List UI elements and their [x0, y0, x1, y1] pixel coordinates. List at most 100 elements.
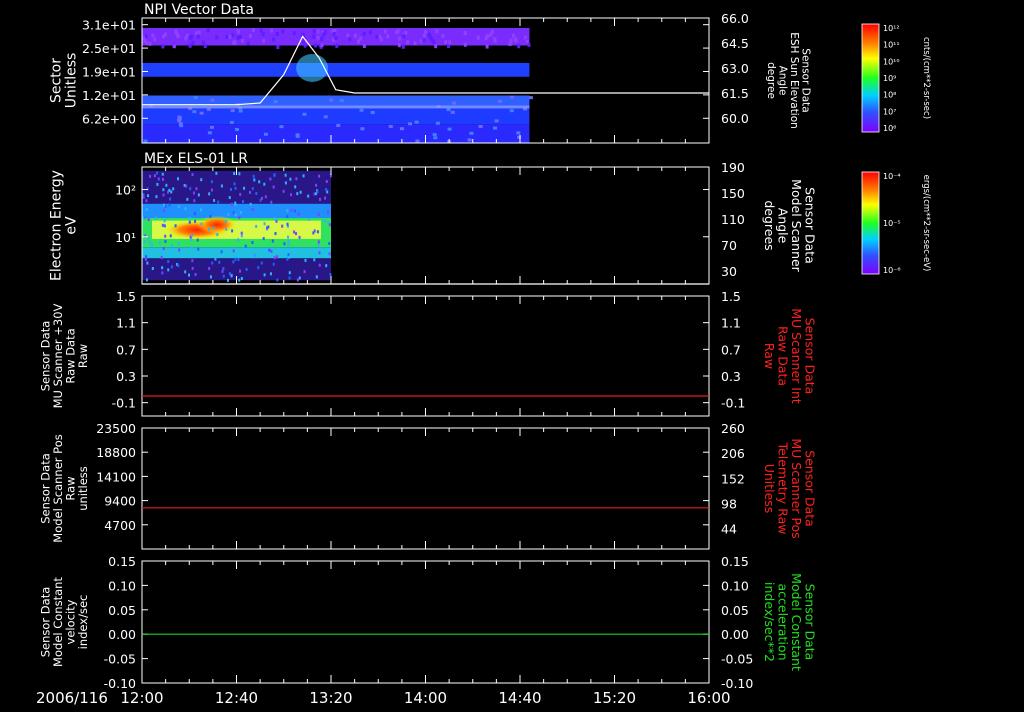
- els-cell: [211, 261, 214, 265]
- els-cell: [193, 212, 196, 216]
- colorbar-tick-label: 10⁸: [883, 91, 896, 100]
- panel-mu-pos: 23500 18800 14100 9400 4700 260 206 152 98 44 Sens…: [38, 421, 818, 550]
- els-band: [142, 247, 331, 259]
- els-cell: [289, 177, 292, 181]
- npi-cell: [490, 29, 494, 34]
- panel-frame: [141, 560, 710, 684]
- colorbar-tick-label: 10⁻⁶: [883, 266, 901, 275]
- colorbar-unit-text: ergs/(cm**2-sr-sec-eV): [921, 175, 931, 272]
- npi-cell: [225, 34, 229, 39]
- els-cell: [164, 234, 167, 238]
- els-cell: [168, 188, 171, 192]
- npi-cell: [323, 115, 328, 119]
- npi-cell: [348, 37, 352, 42]
- y-tick-label: 3.1e+01: [82, 18, 136, 33]
- colorbar-els: DEF10⁻⁴ 10⁻⁵ 10⁻⁶ ergs/(cm**2-sr-sec-eV): [861, 163, 931, 275]
- npi-cell: [316, 35, 320, 40]
- els-cell: [287, 240, 290, 244]
- els-cell: [222, 267, 225, 271]
- els-cell: [307, 194, 310, 198]
- els-cell: [240, 231, 243, 235]
- els-cell: [318, 243, 321, 247]
- y2-axis-label: Sensor DataMU Scanner PosTelemetry RawUn…: [762, 438, 818, 538]
- npi-cell: [339, 99, 344, 103]
- y2-tick-label: 110: [721, 212, 745, 227]
- els-cell: [239, 269, 242, 273]
- els-cell: [188, 216, 191, 220]
- els-cell: [147, 237, 150, 241]
- els-cell: [242, 200, 245, 204]
- els-cell: [184, 270, 187, 274]
- els-hot-spot: [197, 215, 237, 234]
- els-cell: [196, 238, 199, 242]
- els-cell: [286, 222, 289, 226]
- y-tick-label: 1.5: [116, 289, 136, 304]
- npi-cell: [248, 34, 252, 39]
- els-cell: [260, 261, 263, 265]
- y2-tick-label: -0.05: [721, 652, 753, 667]
- npi-cell: [312, 34, 316, 39]
- els-cell: [319, 197, 322, 201]
- els-cell: [286, 257, 289, 261]
- npi-cell: [272, 37, 276, 42]
- els-cell: [162, 188, 165, 192]
- colorbar-tick-label: 10⁷: [883, 107, 896, 116]
- els-cell: [258, 180, 261, 184]
- els-cell: [208, 192, 211, 196]
- y2-tick-label: 190: [721, 160, 745, 175]
- npi-cell: [408, 122, 413, 126]
- npi-cell: [429, 37, 433, 42]
- npi-cell: [329, 98, 334, 102]
- els-cell: [146, 261, 149, 265]
- els-cell: [164, 239, 167, 243]
- y2-tick-label: 152: [721, 471, 745, 486]
- els-cell: [163, 208, 166, 212]
- y2-axis-label-line: Unitless: [762, 464, 777, 514]
- colorbar-gradient: [861, 171, 880, 275]
- els-cell: [169, 234, 172, 238]
- els-cell: [255, 224, 258, 228]
- els-cell: [273, 173, 276, 177]
- els-cell: [195, 187, 198, 191]
- els-cell: [270, 200, 273, 204]
- els-cell: [269, 177, 272, 181]
- y-tick-label: 10¹: [115, 230, 136, 245]
- npi-cell: [163, 32, 167, 37]
- colorbar-unit-text: cnts/(cm**2-sr-sec): [921, 37, 931, 119]
- npi-cell: [360, 127, 365, 131]
- els-cell: [239, 210, 242, 214]
- npi-cell: [194, 30, 198, 35]
- els-cell: [281, 224, 284, 228]
- plot-canvas: NPI Vector Data 3.1e+01 2.5e+01 1.9e+01 1.2e…: [36, 2, 931, 707]
- y-tick-label: 0.10: [108, 578, 136, 593]
- colorbar-gradient: [861, 23, 880, 133]
- y2-tick-label: 70: [721, 238, 737, 253]
- els-cell: [170, 190, 173, 194]
- panel-title: MEx ELS-01 LR: [144, 151, 248, 167]
- npi-cell: [441, 34, 445, 39]
- els-cell: [288, 276, 291, 280]
- els-cell: [150, 243, 153, 247]
- els-cell: [268, 248, 271, 252]
- npi-cell: [386, 34, 390, 39]
- els-cell: [193, 199, 196, 203]
- els-cell: [255, 192, 258, 196]
- npi-cell: [370, 111, 375, 115]
- npi-cell: [498, 99, 503, 103]
- npi-cell: [322, 32, 326, 37]
- els-cell: [192, 191, 195, 195]
- els-cell: [191, 259, 194, 263]
- npi-cell: [251, 28, 255, 33]
- npi-cell: [279, 125, 284, 129]
- y2-tick-label: 0.3: [721, 369, 741, 384]
- els-cell: [161, 223, 164, 227]
- npi-cell: [424, 29, 428, 34]
- els-cell: [191, 173, 194, 177]
- npi-cell: [303, 43, 307, 48]
- y2-axis-label-line: Angle: [776, 66, 788, 96]
- els-cell: [325, 180, 328, 184]
- els-cell: [289, 193, 292, 197]
- npi-cell: [463, 31, 467, 36]
- els-cell: [260, 196, 263, 200]
- els-cell: [234, 257, 237, 261]
